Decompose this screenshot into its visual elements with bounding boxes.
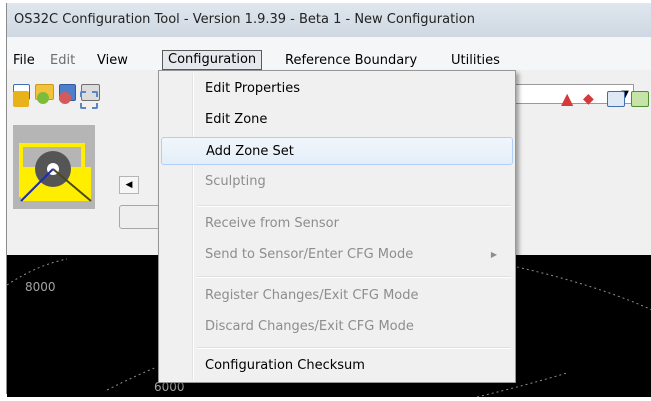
menu-item-edit-zone[interactable]: Edit Zone xyxy=(161,106,513,134)
zoom-out-icon[interactable] xyxy=(59,92,71,104)
sensor-preview xyxy=(13,125,95,209)
title-bar: OS32C Configuration Tool - Version 1.9.3… xyxy=(7,3,651,37)
scroll-left-button[interactable]: ◀ xyxy=(119,176,139,194)
red-arrow-icon[interactable]: ▲ xyxy=(561,90,577,108)
menu-item-send-to-sensor[interactable]: Send to Sensor/Enter CFG Mode ▶ xyxy=(161,241,513,269)
menu-item-add-zone-set[interactable]: Add Zone Set xyxy=(161,137,513,165)
submenu-arrow-icon: ▶ xyxy=(490,250,497,259)
zoom-box-icon[interactable] xyxy=(80,91,98,109)
menu-item-receive-from-sensor[interactable]: Receive from Sensor xyxy=(161,210,513,238)
configuration-menu: Edit Properties Edit Zone Add Zone Set S… xyxy=(158,70,516,383)
menu-separator xyxy=(197,276,511,278)
menu-item-configuration-checksum[interactable]: Configuration Checksum xyxy=(161,352,513,380)
menu-item-register-changes[interactable]: Register Changes/Exit CFG Mode xyxy=(161,282,513,310)
menu-item-discard-changes[interactable]: Discard Changes/Exit CFG Mode xyxy=(161,313,513,341)
add-point-icon[interactable] xyxy=(13,91,29,107)
range-label-8000: 8000 xyxy=(25,280,56,294)
menu-item-label: Add Zone Set xyxy=(206,144,294,159)
menu-item-label: Sculpting xyxy=(205,174,266,189)
grid-icon[interactable] xyxy=(607,91,625,107)
menu-item-label: Configuration Checksum xyxy=(205,358,365,373)
menu-item-sculpting[interactable]: Sculpting xyxy=(161,168,513,196)
menu-item-label: Discard Changes/Exit CFG Mode xyxy=(205,319,414,334)
menu-item-label: Edit Zone xyxy=(205,112,268,127)
menu-item-label: Register Changes/Exit CFG Mode xyxy=(205,288,419,303)
sensor-diagram-icon xyxy=(13,125,95,209)
menu-separator xyxy=(197,347,511,349)
panel-button[interactable] xyxy=(119,205,161,229)
image-icon[interactable] xyxy=(631,91,649,107)
menu-item-label: Edit Properties xyxy=(205,81,301,96)
menu-item-label: Receive from Sensor xyxy=(205,216,339,231)
red-shape-icon[interactable]: ◆ xyxy=(583,90,599,108)
menu-item-edit-properties[interactable]: Edit Properties xyxy=(161,75,513,103)
menu-item-label: Send to Sensor/Enter CFG Mode xyxy=(205,247,414,262)
zoom-in-icon[interactable] xyxy=(37,92,49,104)
menu-separator xyxy=(197,205,511,207)
window-title: OS32C Configuration Tool - Version 1.9.3… xyxy=(14,12,475,27)
